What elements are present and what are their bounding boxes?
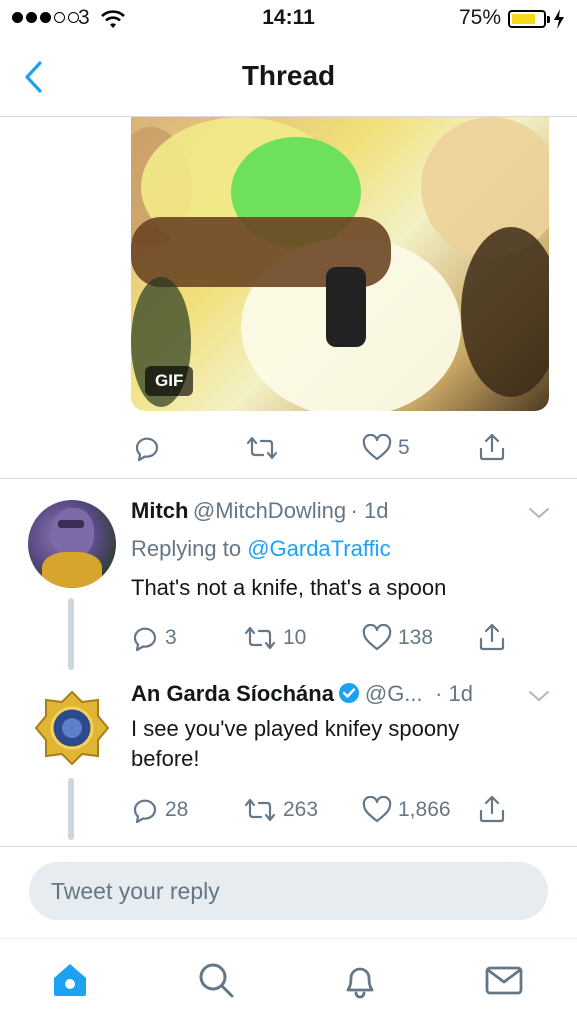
share-icon xyxy=(479,623,505,651)
reply-icon xyxy=(133,799,157,824)
like-count: 1,866 xyxy=(398,798,451,821)
like-button[interactable]: 138 xyxy=(362,624,433,652)
timestamp: · 1d xyxy=(435,681,474,706)
status-bar: 3 14:11 75% xyxy=(0,0,577,40)
username[interactable]: @MitchDowling xyxy=(193,498,346,523)
reply-count: 3 xyxy=(165,626,177,649)
like-button[interactable]: 5 xyxy=(362,434,410,462)
share-icon xyxy=(479,433,505,461)
like-count: 138 xyxy=(398,626,434,649)
retweet-icon xyxy=(246,436,278,460)
heart-icon xyxy=(362,434,392,461)
tab-search[interactable] xyxy=(194,958,238,1002)
heart-icon xyxy=(362,796,392,823)
search-icon xyxy=(199,963,234,998)
username[interactable]: @G... xyxy=(365,681,423,706)
thread-connector xyxy=(68,778,74,840)
garda-badge-icon xyxy=(34,690,110,766)
share-icon xyxy=(479,795,505,823)
verified-icon xyxy=(338,682,360,709)
battery-percentage: 75% xyxy=(459,6,502,29)
thread-connector xyxy=(68,598,74,670)
replying-to-label: Replying to xyxy=(131,536,248,561)
divider xyxy=(0,478,577,479)
chevron-down-icon xyxy=(529,691,549,701)
battery-icon xyxy=(508,10,550,28)
share-button[interactable] xyxy=(478,622,506,652)
page-title: Thread xyxy=(241,60,336,91)
reply-count: 28 xyxy=(165,798,189,821)
retweet-icon xyxy=(244,798,276,822)
tab-home[interactable] xyxy=(48,958,92,1002)
reply-button[interactable]: 3 xyxy=(131,624,177,652)
retweet-button[interactable]: 263 xyxy=(243,796,318,824)
like-count: 5 xyxy=(398,436,410,459)
tab-messages[interactable] xyxy=(482,958,526,1002)
heart-icon xyxy=(362,624,392,651)
reply-icon xyxy=(135,437,159,462)
reply-input-placeholder: Tweet your reply xyxy=(51,878,220,904)
share-button[interactable] xyxy=(478,794,506,824)
tab-notifications[interactable] xyxy=(338,958,382,1002)
gif-badge: GIF xyxy=(145,366,194,396)
tweet-menu-button[interactable] xyxy=(526,504,552,527)
reply-icon xyxy=(133,627,157,652)
gif-media[interactable]: GIF xyxy=(131,117,549,411)
charging-icon xyxy=(553,8,565,36)
timestamp: · 1d xyxy=(350,498,389,523)
display-name[interactable]: An Garda Síochána xyxy=(131,681,334,706)
tweet-menu-button[interactable] xyxy=(526,687,552,710)
home-icon xyxy=(54,964,86,996)
tweet-text: I see you've played knifey spoony before… xyxy=(131,714,551,774)
share-button[interactable] xyxy=(478,432,506,462)
like-button[interactable]: 1,866 xyxy=(362,796,451,824)
tweet-text-line: before! xyxy=(131,746,200,771)
avatar[interactable] xyxy=(32,688,112,768)
avatar[interactable] xyxy=(28,500,116,588)
tweet-header: Mitch @MitchDowling · 1d xyxy=(131,498,388,524)
reply-button[interactable] xyxy=(133,434,161,462)
reply-button[interactable]: 28 xyxy=(131,796,188,824)
replying-to: Replying to @GardaTraffic xyxy=(131,536,391,562)
messages-icon xyxy=(485,966,523,995)
divider xyxy=(0,938,577,939)
retweet-count: 263 xyxy=(283,798,319,821)
reply-input[interactable]: Tweet your reply xyxy=(29,862,548,920)
retweet-button[interactable]: 10 xyxy=(243,624,306,652)
display-name[interactable]: Mitch xyxy=(131,498,188,523)
retweet-count: 10 xyxy=(283,626,307,649)
tweet-text-line: I see you've played knifey spoony xyxy=(131,716,460,741)
tweet-text: That's not a knife, that's a spoon xyxy=(131,575,447,600)
divider xyxy=(0,846,577,847)
notifications-icon xyxy=(346,967,374,999)
tweet-header: An Garda Síochána @G... · 1d xyxy=(131,681,473,709)
chevron-down-icon xyxy=(529,508,549,518)
retweet-button[interactable] xyxy=(245,434,279,462)
retweet-icon xyxy=(244,626,276,650)
mention-link[interactable]: @GardaTraffic xyxy=(247,536,390,561)
